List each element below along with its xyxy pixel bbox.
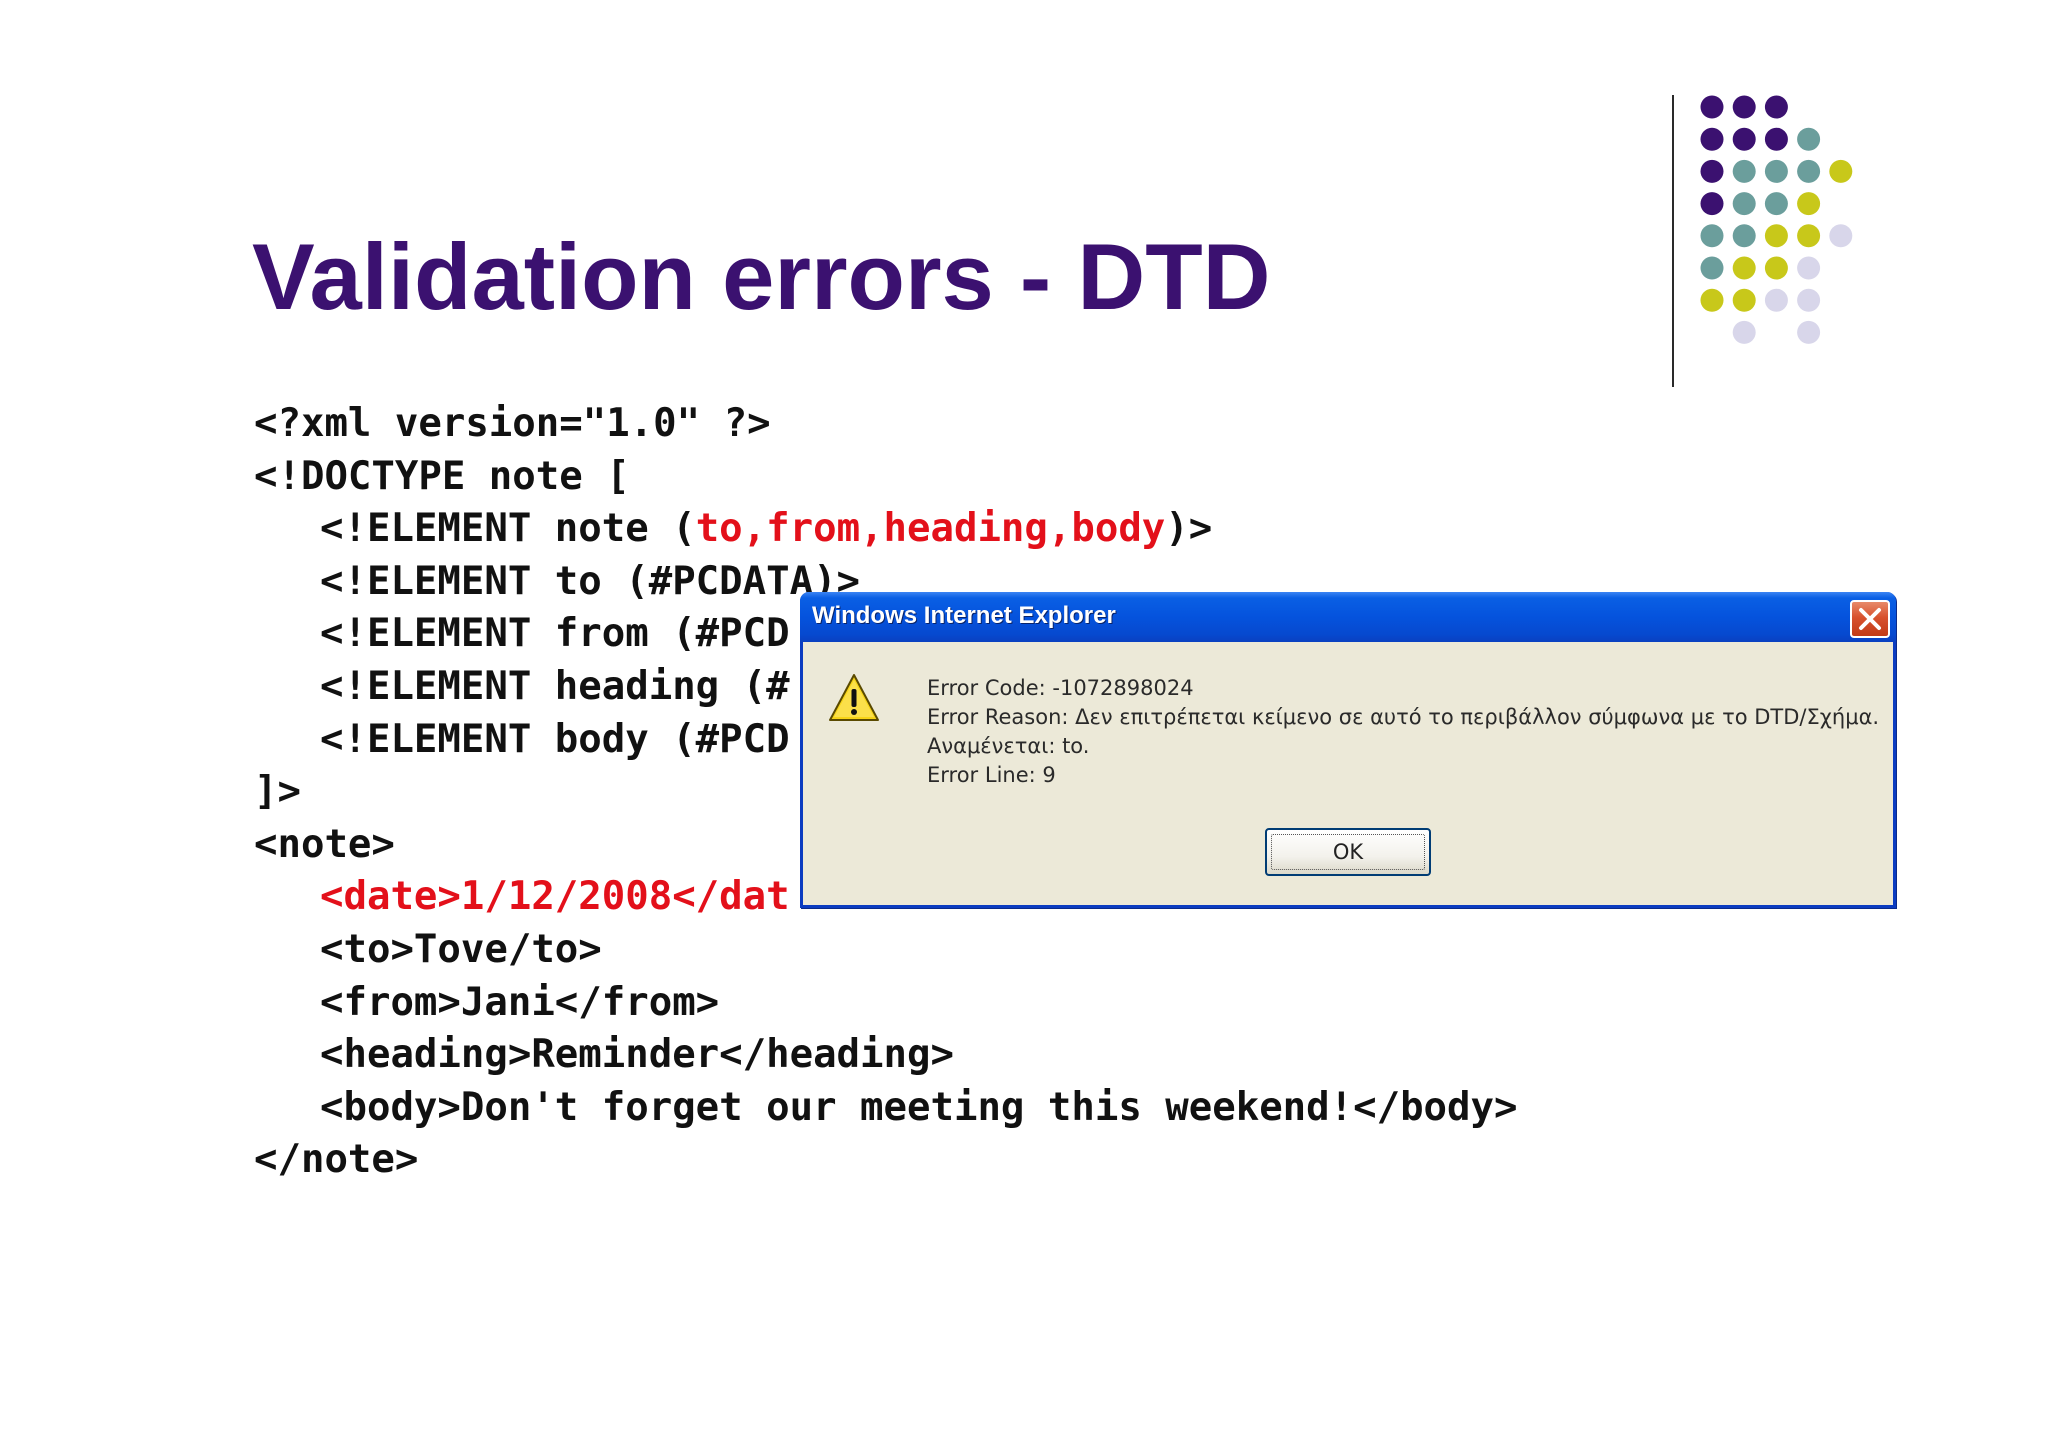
decorative-dot — [1732, 159, 1756, 183]
decorative-dot — [1764, 159, 1788, 183]
expected-text: Αναμένεται: to. — [927, 734, 1090, 758]
code-highlight-content-model: to,from,heading,body — [695, 506, 1166, 552]
decorative-dot — [1700, 159, 1724, 183]
warning-icon — [827, 672, 881, 724]
decorative-dot — [1732, 320, 1756, 344]
code-line-to: <to>Tove/to> — [320, 926, 602, 972]
decorative-dot — [1764, 288, 1788, 312]
error-code-text: Error Code: -1072898024 — [927, 676, 1194, 700]
decorative-dot — [1700, 256, 1724, 280]
code-line-note-close: </note> — [254, 1137, 419, 1183]
decorative-dot — [1732, 288, 1756, 312]
decorative-dot — [1732, 192, 1756, 216]
decorative-dot — [1797, 288, 1821, 312]
decorative-dot — [1829, 159, 1853, 183]
decorative-dot — [1797, 224, 1821, 248]
decorative-dot — [1829, 224, 1853, 248]
decorative-dot — [1700, 127, 1724, 151]
decorative-dot — [1764, 95, 1788, 119]
error-dialog: Windows Internet Explorer Error Code: -1… — [800, 592, 1896, 908]
decorative-dot — [1797, 320, 1821, 344]
decorative-dot — [1797, 256, 1821, 280]
decorative-dot — [1700, 192, 1724, 216]
code-line-from: <from>Jani</from> — [320, 979, 720, 1025]
decorative-dot — [1764, 192, 1788, 216]
ok-button-label: OK — [1332, 840, 1364, 864]
decorative-dot — [1732, 256, 1756, 280]
error-line-text: Error Line: 9 — [927, 763, 1056, 787]
code-line-heading: <heading>Reminder</heading> — [320, 1032, 954, 1078]
decorative-dot — [1700, 224, 1724, 248]
code-line-body: <body>Don't forget our meeting this week… — [320, 1084, 1518, 1130]
decorative-dot — [1764, 224, 1788, 248]
decorative-dot-grid — [1700, 90, 1880, 360]
code-line-doctype: <!DOCTYPE note [ — [254, 453, 630, 499]
code-line-xml-declaration: <?xml version="1.0" ?> — [254, 401, 771, 446]
dialog-message: Error Code: -1072898024 Error Reason: Δε… — [927, 674, 1879, 790]
dialog-title: Windows Internet Explorer — [812, 602, 1116, 629]
decorative-dot — [1700, 95, 1724, 119]
decorative-dot — [1764, 256, 1788, 280]
decorative-dot — [1797, 159, 1821, 183]
decorative-dot — [1797, 192, 1821, 216]
slide-title: Validation errors - DTD — [252, 224, 1271, 329]
ok-button[interactable]: OK — [1265, 828, 1431, 876]
error-reason-text: Error Reason: Δεν επιτρέπεται κείμενο σε… — [927, 705, 1880, 729]
dialog-titlebar[interactable]: Windows Internet Explorer — [800, 592, 1896, 642]
decorative-dot — [1797, 127, 1821, 151]
code-text: )> — [1165, 506, 1213, 552]
decorative-divider-line — [1672, 95, 1674, 387]
decorative-dot — [1700, 288, 1724, 312]
close-icon[interactable] — [1850, 600, 1890, 638]
decorative-dot — [1732, 95, 1756, 119]
decorative-dot — [1732, 127, 1756, 151]
code-text: <!ELEMENT note ( — [320, 506, 696, 552]
decorative-dot — [1732, 224, 1756, 248]
decorative-dot — [1764, 127, 1788, 151]
code-line-element-note: <!ELEMENT note (to,from,heading,body)> — [254, 503, 1517, 556]
